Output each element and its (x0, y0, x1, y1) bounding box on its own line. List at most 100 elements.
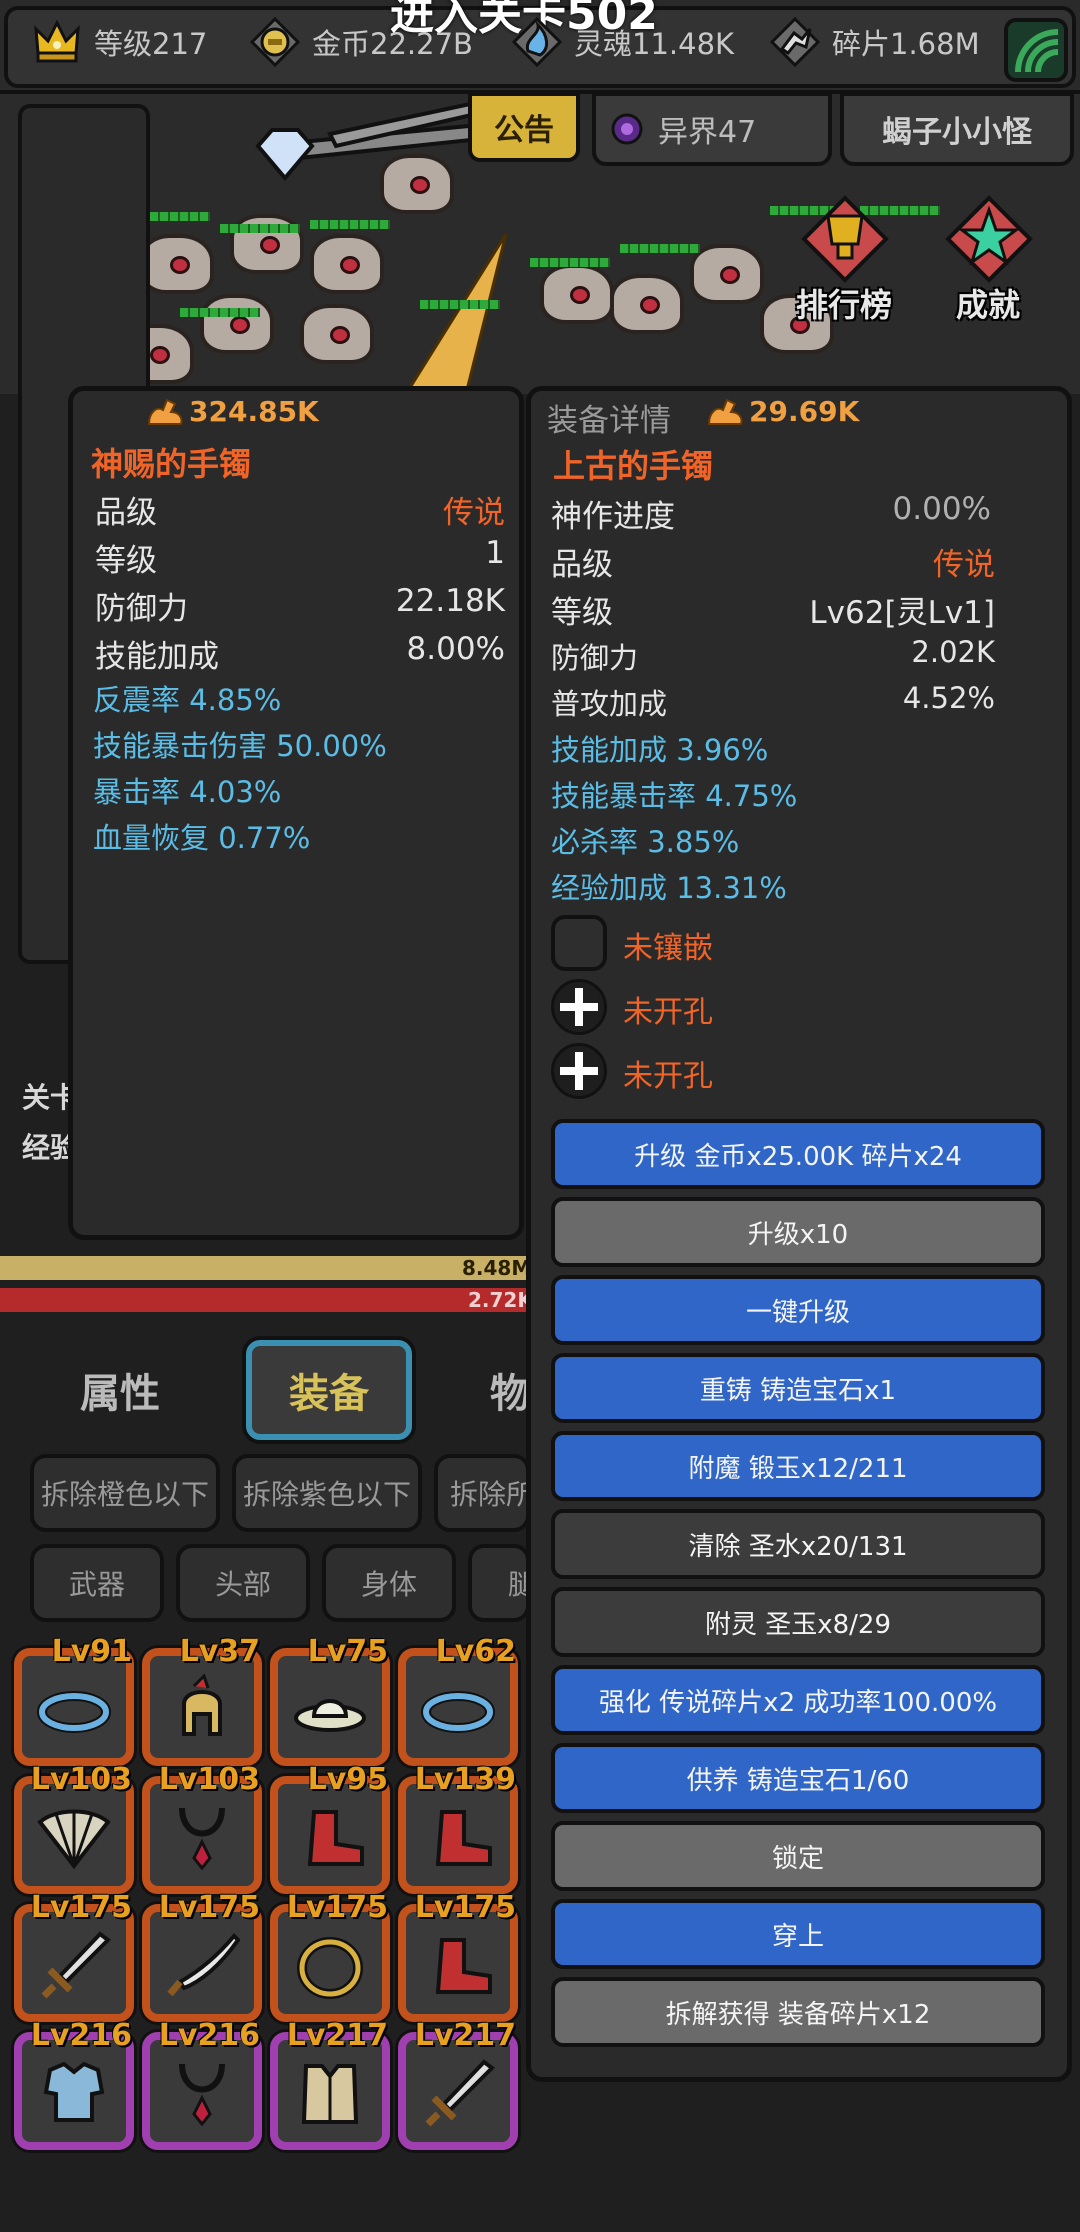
boss-button[interactable]: 蝎子小小怪 (840, 92, 1074, 166)
boot-icon (307, 1810, 364, 1866)
action-button[interactable]: 升级 金币x25.00K 碎片x24 (551, 1119, 1045, 1189)
item-level: Lv175 (414, 1890, 516, 1925)
item-level: Lv62 (435, 1634, 516, 1669)
equipped-item-panel: 324.85K 神赐的手镯 品级 传说 等级 1 防御力 22.18K 技能加成… (68, 386, 524, 1240)
inventory-slot[interactable]: Lv175 (14, 1890, 134, 2022)
enemy-rock[interactable] (300, 304, 374, 364)
inventory-slot[interactable]: Lv139 (398, 1762, 518, 1894)
detail-level-row: 等级 Lv62[灵Lv1] (551, 587, 995, 631)
action-button[interactable]: 附灵 圣玉x8/29 (551, 1587, 1045, 1657)
item-detail-panel: 装备详情 29.69K 上古的手镯 神作进度 0.00% 品级 传说 等级 Lv… (526, 386, 1072, 2082)
item-level: Lv216 (158, 2018, 260, 2053)
tab-attributes[interactable]: 属性 (40, 1340, 200, 1440)
enemy-rock[interactable] (230, 214, 304, 274)
enemy-rock[interactable] (310, 234, 384, 294)
helmet-icon (182, 1674, 222, 1736)
item-level: Lv217 (414, 2018, 516, 2053)
inventory-slot[interactable]: Lv217 (270, 2018, 390, 2150)
inventory-slot[interactable]: Lv62 (398, 1634, 518, 1766)
inventory-slot[interactable]: Lv175 (398, 1890, 518, 2022)
bonus-stat: 必杀率 3.85% (551, 825, 740, 859)
action-button[interactable]: 拆解获得 装备碎片x12 (551, 1977, 1045, 2047)
equipped-defense-row: 防御力 22.18K (95, 583, 505, 627)
bonus-stat: 反震率 4.85% (93, 683, 282, 717)
other-world-button[interactable]: 异界47 (592, 92, 832, 166)
dismantle-purple-button[interactable]: 拆除紫色以下 (232, 1454, 422, 1532)
inventory-slot[interactable]: Lv175 (270, 1890, 390, 2022)
inventory-slot[interactable]: Lv95 (270, 1762, 390, 1894)
portal-icon (611, 113, 643, 145)
ranking-icon[interactable] (800, 194, 890, 284)
signal-button[interactable] (1004, 18, 1068, 82)
achievement-label: 成就 (956, 286, 1021, 324)
filter-legs-button[interactable]: 腿 (468, 1544, 530, 1622)
dismantle-orange-button[interactable]: 拆除橙色以下 (30, 1454, 220, 1532)
enemy-rock[interactable] (200, 294, 274, 354)
action-button[interactable]: 一键升级 (551, 1275, 1045, 1345)
enemy-rock[interactable] (610, 274, 684, 334)
socket-status: 未开孔 (623, 1059, 713, 1094)
bonus-stat: 暴击率 4.03% (93, 775, 282, 809)
inventory-slot[interactable]: Lv216 (142, 2018, 262, 2150)
filter-body-button[interactable]: 身体 (322, 1544, 456, 1622)
enemy-rock[interactable] (540, 264, 614, 324)
action-button[interactable]: 清除 圣水x20/131 (551, 1509, 1045, 1579)
inventory-slot[interactable]: Lv217 (398, 2018, 518, 2150)
inventory-slot[interactable]: Lv175 (142, 1890, 262, 2022)
socket-status: 未镶嵌 (623, 931, 713, 966)
open-socket-icon[interactable] (551, 1043, 607, 1099)
action-button[interactable]: 附魔 锻玉x12/211 (551, 1431, 1045, 1501)
action-button[interactable]: 供养 铸造宝石1/60 (551, 1743, 1045, 1813)
fragment-text: 碎片1.68M (832, 27, 980, 61)
defense-label: 防御力 (95, 591, 188, 627)
detail-power-value: 29.69K (749, 395, 860, 428)
gold-text: 金币22.27B (312, 27, 473, 61)
defense-label: 防御力 (551, 641, 639, 675)
inventory-slot[interactable]: Lv75 (270, 1634, 390, 1766)
bracelet-icon (37, 1691, 111, 1733)
necklace-icon (179, 2063, 225, 2127)
enemy-hp-bar (220, 224, 300, 233)
inventory-slot[interactable]: Lv216 (14, 2018, 134, 2150)
sword-icon (425, 2059, 496, 2127)
inventory-slot[interactable]: Lv103 (142, 1762, 262, 1894)
inventory-slot[interactable]: Lv103 (14, 1762, 134, 1894)
action-button[interactable]: 强化 传说碎片x2 成功率100.00% (551, 1665, 1045, 1735)
equipped-item-name: 神赐的手镯 (91, 445, 252, 483)
dismantle-all-button[interactable]: 拆除所 (434, 1454, 530, 1532)
action-button[interactable]: 重铸 铸造宝石x1 (551, 1353, 1045, 1423)
open-socket-icon[interactable] (551, 979, 607, 1035)
level-value: 1 (485, 535, 505, 571)
achievement-icon[interactable] (944, 194, 1034, 284)
action-button[interactable]: 穿上 (551, 1899, 1045, 1969)
inventory-slot[interactable]: Lv91 (14, 1634, 134, 1766)
enemy-rock[interactable] (690, 244, 764, 304)
tab-equipment[interactable]: 装备 (246, 1340, 412, 1440)
detail-item-name: 上古的手镯 (553, 447, 714, 485)
item-level: Lv217 (286, 2018, 388, 2053)
gold-resource: 金币22.27B (248, 16, 473, 68)
resource-bar: 进入关卡502 等级217 金币22.27B 灵魂11.48K 碎片1.68M (0, 0, 1080, 94)
enemy-hp-bar (530, 258, 610, 267)
filter-head-button[interactable]: 头部 (176, 1544, 310, 1622)
grade-label: 品级 (95, 495, 157, 531)
detail-progress-row: 神作进度 0.00% (551, 491, 991, 535)
gem-socket[interactable] (551, 915, 607, 971)
equipped-power-value: 324.85K (189, 395, 319, 428)
equipped-grade-row: 品级 传说 (95, 487, 505, 531)
progress-value: 0.00% (892, 491, 991, 527)
enemy-rock[interactable] (140, 234, 214, 294)
hat-icon (294, 1699, 366, 1732)
inventory-slot[interactable]: Lv37 (142, 1634, 262, 1766)
bonus-stat: 技能暴击率 4.75% (551, 779, 798, 813)
action-button[interactable]: 锁定 (551, 1821, 1045, 1891)
coin-icon (249, 16, 301, 68)
enemy-rock[interactable] (380, 154, 454, 214)
level-label: 等级 (95, 543, 157, 579)
enemy-hp-bar (620, 244, 700, 253)
action-button[interactable]: 升级x10 (551, 1197, 1045, 1267)
skill-bonus-value: 8.00% (406, 631, 505, 667)
bonus-stat: 经验加成 13.31% (551, 871, 787, 905)
filter-weapon-button[interactable]: 武器 (30, 1544, 164, 1622)
announcement-button[interactable]: 公告 (468, 92, 580, 162)
